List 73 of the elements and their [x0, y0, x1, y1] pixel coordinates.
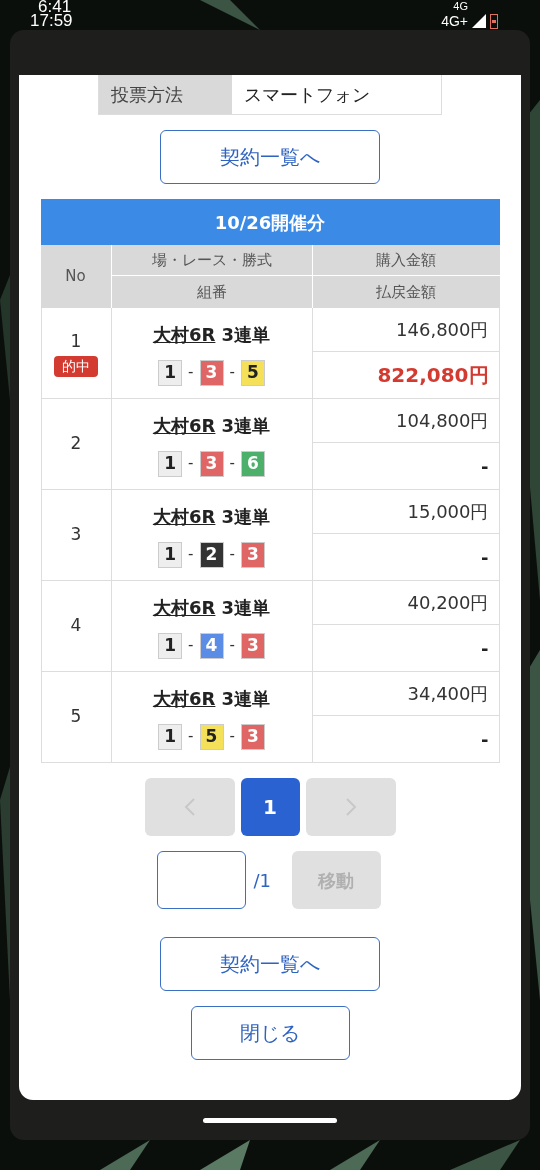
payout-amount: - — [480, 545, 490, 570]
boat-number: 2 — [199, 541, 224, 568]
battery-icon — [490, 13, 498, 29]
separator: - — [188, 362, 194, 384]
purchase-amount: 104,800円 — [312, 399, 499, 443]
row-number: 3 — [70, 523, 82, 547]
boat-number: 3 — [240, 723, 265, 750]
payout-amount: 822,080円 — [376, 362, 490, 389]
boat-number: 3 — [240, 541, 265, 568]
network-label: 4G+ — [441, 14, 468, 28]
contract-list-button[interactable]: 契約一覧へ — [160, 130, 380, 184]
boat-number: 3 — [199, 450, 224, 477]
row-number: 5 — [70, 705, 82, 729]
boat-number: 1 — [158, 723, 183, 750]
separator: - — [229, 362, 235, 384]
signal-icon — [472, 14, 486, 28]
chevron-right-icon — [344, 797, 357, 817]
column-header: 組番 — [195, 281, 228, 303]
separator: - — [188, 635, 194, 657]
bet-type: 3連単 — [221, 322, 270, 347]
bet-type: 3連単 — [221, 413, 270, 438]
row-number: 1 — [70, 329, 82, 353]
column-header: No — [40, 245, 112, 308]
race-link[interactable]: 大村6R — [153, 593, 216, 621]
page-button[interactable]: 1 — [240, 778, 300, 836]
bet-type: 3連単 — [221, 686, 270, 711]
hit-badge: 的中 — [54, 356, 98, 378]
boat-number: 3 — [240, 632, 265, 659]
bet-type: 3連単 — [221, 595, 270, 620]
column-header: 場・レース・勝式 — [111, 245, 312, 276]
row-number: 4 — [70, 614, 82, 638]
boat-number: 6 — [240, 450, 265, 477]
column-header: 払戻金額 — [375, 281, 437, 303]
status-time: 6:41 — [38, 0, 73, 14]
race-link[interactable]: 大村6R — [153, 684, 216, 712]
separator: - — [188, 453, 194, 475]
chevron-left-icon — [183, 797, 196, 817]
boat-number: 3 — [199, 359, 224, 386]
column-header: 購入金額 — [312, 245, 500, 276]
race-link[interactable]: 大村6R — [153, 320, 216, 348]
boat-number: 1 — [158, 450, 183, 477]
boat-number: 1 — [158, 541, 183, 568]
row-number: 2 — [70, 432, 82, 456]
close-button[interactable]: 閉じる — [190, 1006, 350, 1060]
separator: - — [229, 726, 235, 748]
separator: - — [229, 635, 235, 657]
payout-amount: - — [480, 727, 490, 752]
boat-number: 1 — [158, 632, 183, 659]
purchase-amount: 34,400円 — [312, 672, 499, 716]
table-title: 10/26開催分 — [40, 199, 500, 245]
race-link[interactable]: 大村6R — [153, 411, 216, 439]
purchase-amount: 146,800円 — [312, 308, 499, 352]
contract-list-button[interactable]: 契約一覧へ — [160, 937, 380, 991]
boat-number: 1 — [158, 359, 183, 386]
page-total: /1 — [253, 868, 273, 893]
purchase-amount: 15,000円 — [312, 490, 499, 534]
purchase-amount: 40,200円 — [312, 581, 499, 625]
separator: - — [229, 544, 235, 566]
field-label: 投票方法 — [99, 75, 232, 114]
network-label: 4G — [453, 0, 469, 13]
separator: - — [229, 453, 235, 475]
separator: - — [188, 726, 194, 748]
payout-amount: - — [480, 454, 490, 479]
status-time: 17:59 — [30, 14, 73, 28]
payout-amount: - — [480, 636, 490, 661]
boat-number: 5 — [240, 359, 265, 386]
separator: - — [188, 544, 194, 566]
field-value: スマートフォン — [243, 83, 371, 107]
boat-number: 5 — [199, 723, 224, 750]
boat-number: 4 — [199, 632, 224, 659]
bet-type: 3連単 — [221, 504, 270, 529]
race-link[interactable]: 大村6R — [153, 502, 216, 530]
page-input[interactable] — [156, 851, 246, 909]
